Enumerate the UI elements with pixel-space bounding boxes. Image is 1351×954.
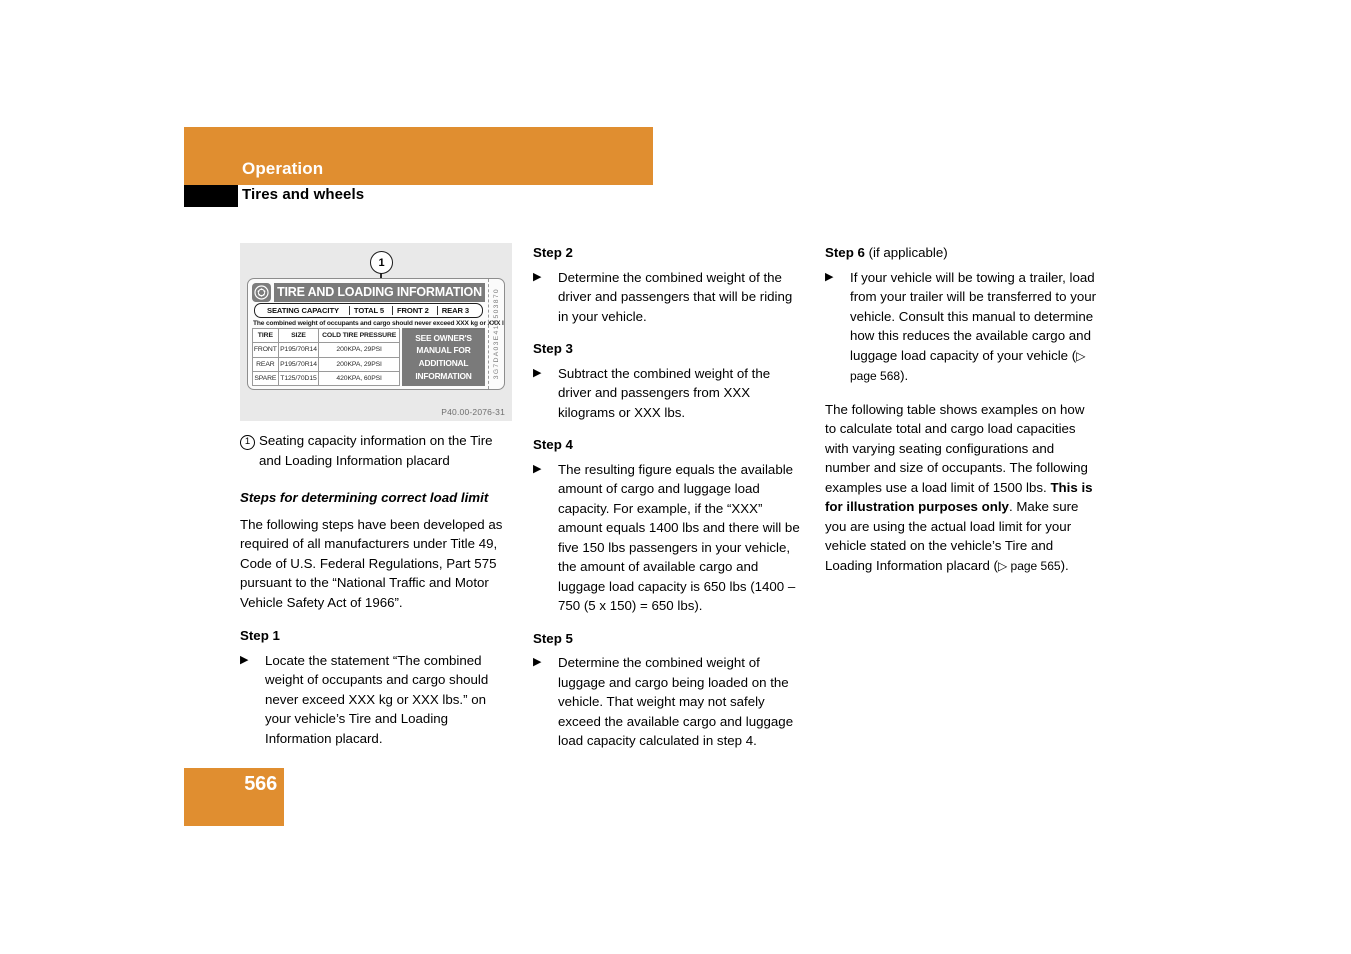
- cell-position: REAR: [252, 356, 279, 372]
- seating-total: TOTAL 5: [348, 306, 388, 315]
- seating-front: FRONT 2: [391, 306, 433, 315]
- col-header-size: SIZE: [277, 327, 320, 344]
- list-item-text: If your vehicle will be towing a trailer…: [850, 268, 1097, 387]
- step-6-text: If your vehicle will be towing a trailer…: [850, 269, 1097, 363]
- placard-body: TIRE SIZE COLD TIRE PRESSURE FRONT P195/…: [252, 327, 485, 387]
- heading-step-3: Step 3: [533, 341, 573, 356]
- tire-loading-placard: TIRE AND LOADING INFORMATION SEATING CAP…: [247, 278, 505, 390]
- placard-serial-number: 3G7DA03E41S503870: [493, 288, 500, 380]
- table-row-header: TIRE SIZE COLD TIRE PRESSURE: [252, 327, 400, 344]
- seating-capacity-label: SEATING CAPACITY: [267, 306, 339, 315]
- header-black-tab: [184, 185, 238, 207]
- closing-part-1: The following table shows examples on ho…: [825, 401, 1088, 495]
- cell-size: T125/70D15: [277, 370, 320, 387]
- figure-caption-number: 1: [240, 431, 259, 470]
- bullet-arrow-icon: ▶: [825, 270, 834, 283]
- owners-line-3: ADDITIONAL: [418, 358, 469, 368]
- list-item-text: Subtract the combined weight of the driv…: [558, 365, 771, 420]
- cell-pressure: 420KPA, 60PSI: [318, 370, 400, 387]
- owners-line-2: MANUAL FOR: [416, 345, 471, 356]
- content-column-2: Step 2 ▶ Determine the combined weight o…: [533, 243, 805, 764]
- placard-top-line: TIRE AND LOADING INFORMATION: [252, 282, 485, 302]
- list-item-step-2: ▶ Determine the combined weight of the d…: [533, 268, 805, 327]
- heading-step-2: Step 2: [533, 245, 573, 260]
- bullet-arrow-icon: ▶: [533, 656, 542, 668]
- heading-step-6: Step 6 (if applicable): [825, 243, 1097, 263]
- list-item-step-6: ▶ If your vehicle will be towing a trail…: [825, 268, 1097, 387]
- col-header-pressure: COLD TIRE PRESSURE: [318, 327, 400, 344]
- seating-capacity-values: TOTAL 5 FRONT 2 REAR 3: [347, 306, 482, 315]
- cell-size: P195/70R14: [277, 342, 320, 358]
- closing-part-3: ).: [1060, 557, 1069, 573]
- page-title: Tires and wheels: [242, 186, 365, 203]
- page-number: 566: [244, 773, 277, 795]
- cell-size: P195/70R14: [277, 356, 320, 372]
- section-title: Operation: [242, 159, 324, 178]
- content-column-3: Step 6 (if applicable) ▶ If your vehicle…: [825, 243, 1097, 590]
- list-item-text: Determine the combined weight of the dri…: [558, 269, 793, 324]
- heading-step-6-label: Step 6: [825, 245, 865, 260]
- owners-line-4: INFORMATION: [415, 370, 472, 381]
- cell-pressure: 200KPA, 29PSI: [318, 356, 400, 372]
- table-row: SPARE T125/70D15 420KPA, 60PSI: [252, 370, 400, 387]
- list-item-step-3: ▶ Subtract the combined weight of the dr…: [533, 364, 805, 423]
- page-number-block: 566: [184, 768, 284, 826]
- figure-caption-text: Seating capacity information on the Tire…: [259, 433, 493, 468]
- tire-icon: [252, 282, 271, 302]
- table-row: REAR P195/70R14 200KPA, 29PSI: [252, 356, 400, 372]
- bullet-arrow-icon: ▶: [533, 270, 542, 283]
- section-header-band: Operation: [184, 127, 653, 185]
- heading-step-1: Step 1: [240, 628, 280, 643]
- list-item-step-4: ▶ The resulting figure equals the availa…: [533, 460, 805, 616]
- figure-reference-code: P40.00-2076-31: [441, 407, 505, 417]
- placard-combined-weight-note: The combined weight of occupants and car…: [253, 320, 505, 327]
- placard-serial-strip: 3G7DA03E41S503870: [488, 279, 504, 389]
- step-6-text-tail: ).: [900, 368, 909, 383]
- list-item-text: The resulting figure equals the availabl…: [558, 461, 800, 614]
- placard-main: TIRE AND LOADING INFORMATION SEATING CAP…: [248, 279, 505, 389]
- seating-rear: REAR 3: [436, 306, 473, 315]
- bullet-arrow-icon: ▶: [240, 653, 249, 666]
- heading-step-5: Step 5: [533, 630, 573, 646]
- list-item-text: Locate the statement “The combined weigh…: [265, 652, 489, 746]
- paragraph-intro: The following steps have been developed …: [240, 516, 503, 610]
- placard-seating-capacity-row: SEATING CAPACITY TOTAL 5 FRONT 2 REAR 3: [254, 303, 483, 318]
- list-item-step-1: ▶ Locate the statement “The combined wei…: [240, 651, 512, 749]
- list-item-text: Determine the combined weight of luggage…: [558, 655, 794, 748]
- bullet-arrow-icon: ▶: [533, 462, 542, 475]
- owners-line-1: SEE OWNER'S: [415, 332, 472, 343]
- bullet-arrow-icon: ▶: [533, 366, 542, 379]
- table-row: FRONT P195/70R14 200KPA, 29PSI: [252, 342, 400, 358]
- paragraph-closing: The following table shows examples on ho…: [825, 400, 1097, 577]
- cell-pressure: 200KPA, 29PSI: [318, 342, 400, 358]
- content-column-1: 1 TIRE AND LOADING INFORMATION SEATING C…: [240, 243, 512, 761]
- tire-pressure-table: TIRE SIZE COLD TIRE PRESSURE FRONT P195/…: [252, 327, 400, 387]
- list-item-step-5: ▶ Determine the combined weight of lugga…: [533, 653, 805, 751]
- figure-caption: 1 Seating capacity information on the Ti…: [240, 431, 512, 470]
- page-reference-link[interactable]: ▷ page 565: [998, 559, 1061, 573]
- placard-title: TIRE AND LOADING INFORMATION: [274, 282, 485, 302]
- col-header-tire: TIRE: [252, 327, 279, 344]
- callout-marker-1: 1: [370, 251, 393, 274]
- heading-step-4: Step 4: [533, 437, 573, 452]
- heading-step-6-suffix: (if applicable): [864, 245, 948, 260]
- tire-placard-figure: 1 TIRE AND LOADING INFORMATION SEATING C…: [240, 243, 512, 421]
- cell-position: SPARE: [252, 370, 279, 387]
- subhead-load-limit-steps: Steps for determining correct load limit: [240, 490, 489, 505]
- cell-position: FRONT: [252, 342, 279, 358]
- placard-owners-manual-box: SEE OWNER'S MANUAL FOR ADDITIONAL INFORM…: [402, 328, 485, 386]
